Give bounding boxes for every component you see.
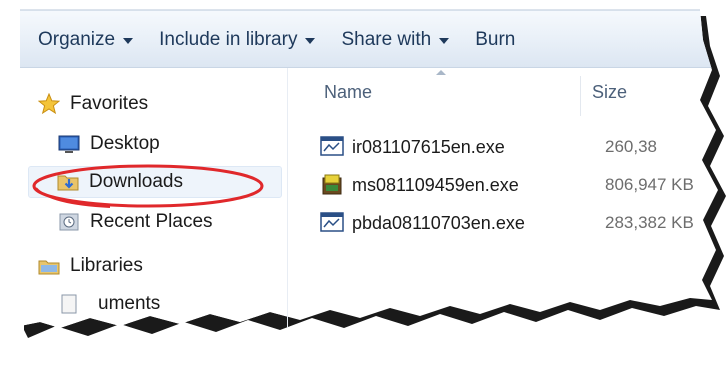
nav-item-recent-places[interactable]: Recent Places bbox=[58, 206, 213, 238]
star-icon bbox=[38, 93, 60, 115]
sort-ascending-icon bbox=[436, 70, 446, 75]
file-name-cell: ms081109459en.exe bbox=[320, 174, 605, 196]
burn-button[interactable]: Burn bbox=[475, 29, 515, 51]
command-bar: Organize Include in library Share with B… bbox=[22, 14, 702, 66]
installer-icon bbox=[322, 174, 342, 195]
file-name-cell: ir081107615en.exe bbox=[320, 136, 605, 158]
libraries-icon bbox=[38, 260, 60, 275]
column-header-size[interactable]: Size bbox=[592, 82, 627, 103]
nav-label-documents: uments bbox=[98, 293, 161, 314]
file-name: ms081109459en.exe bbox=[352, 174, 519, 195]
include-in-library-button[interactable]: Include in library bbox=[159, 29, 316, 51]
organize-label: Organize bbox=[38, 29, 116, 50]
nav-label-desktop: Desktop bbox=[90, 133, 160, 154]
nav-label-libraries: Libraries bbox=[70, 255, 143, 276]
file-name: pbda08110703en.exe bbox=[352, 212, 525, 233]
recent-places-icon bbox=[59, 213, 79, 231]
file-name: ir081107615en.exe bbox=[352, 136, 505, 157]
nav-label-favorites: Favorites bbox=[70, 93, 149, 114]
file-row[interactable]: pbda08110703en.exe 283,382 KB bbox=[320, 208, 727, 238]
organize-dropdown-icon bbox=[123, 38, 134, 44]
include-in-library-dropdown-icon bbox=[305, 38, 316, 44]
desktop-icon bbox=[58, 135, 80, 153]
column-separator[interactable] bbox=[580, 76, 581, 116]
share-with-label: Share with bbox=[341, 29, 432, 50]
nav-item-libraries[interactable]: Libraries bbox=[38, 250, 143, 282]
share-with-button[interactable]: Share with bbox=[341, 29, 450, 51]
nav-item-documents[interactable]: uments bbox=[58, 288, 160, 320]
organize-button[interactable]: Organize bbox=[38, 29, 134, 51]
exe-file-icon bbox=[320, 136, 344, 156]
nav-label-recent-places: Recent Places bbox=[90, 211, 213, 232]
file-size: 260,38 bbox=[605, 137, 657, 156]
burn-label: Burn bbox=[475, 29, 516, 50]
file-row[interactable]: ms081109459en.exe 806,947 KB bbox=[320, 170, 727, 200]
exe-file-icon bbox=[320, 212, 344, 232]
documents-icon bbox=[61, 294, 77, 314]
column-header-name[interactable]: Name bbox=[324, 82, 372, 103]
explorer-window: Organize Include in library Share with B… bbox=[0, 0, 727, 368]
nav-item-favorites[interactable]: Favorites bbox=[38, 88, 148, 120]
file-size: 806,947 KB bbox=[605, 175, 694, 194]
downloads-highlight-circle bbox=[32, 164, 264, 208]
file-row[interactable]: ir081107615en.exe 260,38 bbox=[320, 132, 727, 162]
include-in-library-label: Include in library bbox=[159, 29, 298, 50]
file-size: 283,382 KB bbox=[605, 213, 694, 232]
screenshot-stage: Organize Include in library Share with B… bbox=[0, 0, 727, 368]
nav-item-desktop[interactable]: Desktop bbox=[58, 128, 160, 160]
pane-divider bbox=[287, 68, 288, 328]
share-with-dropdown-icon bbox=[439, 38, 450, 44]
file-name-cell: pbda08110703en.exe bbox=[320, 212, 605, 234]
